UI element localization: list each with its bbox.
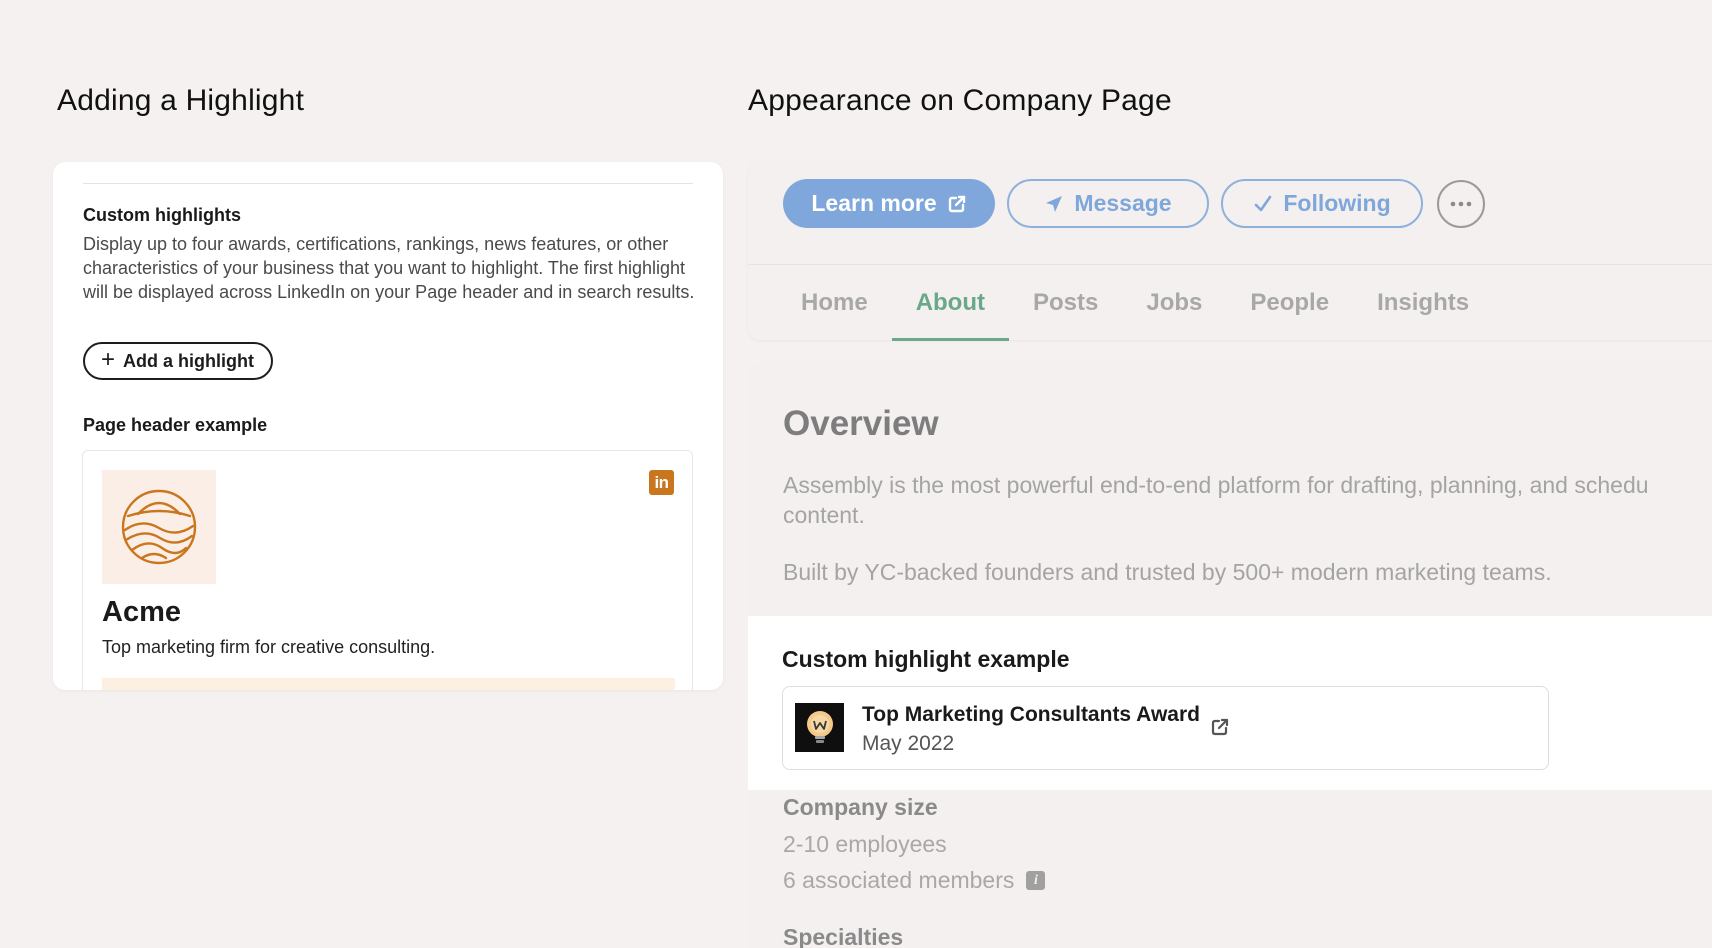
page-header-example-title: Page header example (83, 415, 268, 435)
overview-description: Assembly is the most powerful end-to-end… (783, 470, 1712, 530)
overview-line-1: Assembly is the most powerful end-to-end… (783, 472, 1649, 498)
company-size-title: Company size (783, 794, 938, 820)
sun-waves-logo-icon (121, 489, 197, 565)
stage: Adding a Highlight Custom highlights Dis… (0, 0, 1712, 948)
tab-insights[interactable]: Insights (1353, 265, 1493, 341)
overview-line-2: content. (783, 502, 865, 528)
award-card[interactable]: Top Marketing Consultants Award May 2022 (782, 686, 1549, 770)
award-date: May 2022 (862, 732, 955, 755)
custom-highlights-title: Custom highlights (83, 205, 241, 225)
custom-highlight-section: Custom highlight example Top Marketing C… (748, 616, 1712, 790)
tab-home[interactable]: Home (777, 265, 892, 341)
more-options-button[interactable] (1437, 179, 1485, 228)
divider (83, 183, 693, 184)
custom-highlights-description: Display up to four awards, certification… (83, 234, 695, 302)
overview-paragraph-2: Built by YC-backed founders and trusted … (783, 559, 1552, 585)
page-header-example: in Acme Top marketing firm for creative … (82, 450, 693, 690)
company-tabs: Home About Posts Jobs People Insights (748, 264, 1712, 341)
overview-title: Overview (783, 404, 939, 443)
action-buttons: Learn more Message Following (783, 179, 1485, 228)
company-name: Acme (102, 596, 181, 628)
award-title: Top Marketing Consultants Award (862, 703, 1200, 726)
learn-more-button[interactable]: Learn more (783, 179, 995, 228)
add-highlight-label: Add a highlight (123, 350, 254, 371)
message-label: Message (1074, 190, 1172, 216)
lightbulb-icon (806, 710, 833, 743)
company-size-value: 2-10 employees (783, 831, 947, 857)
tab-jobs[interactable]: Jobs (1122, 265, 1226, 341)
associated-members-text: 6 associated members (783, 867, 1015, 893)
plus-icon: + (101, 346, 116, 373)
following-label: Following (1283, 190, 1391, 216)
company-logo (102, 470, 216, 584)
highlight-settings-card: Custom highlights Display up to four awa… (53, 162, 723, 690)
specialties-title: Specialties (783, 924, 904, 948)
right-section-heading: Appearance on Company Page (748, 84, 1172, 117)
learn-more-label: Learn more (811, 190, 937, 216)
award-thumbnail (795, 703, 844, 752)
external-link-icon[interactable] (1209, 716, 1231, 738)
external-link-icon (948, 195, 965, 212)
associated-members: 6 associated members i (783, 867, 1046, 894)
send-icon (1046, 195, 1063, 212)
highlight-banner (102, 678, 675, 690)
company-tagline: Top marketing firm for creative consulti… (102, 637, 436, 657)
message-button[interactable]: Message (1007, 179, 1209, 228)
left-section-heading: Adding a Highlight (57, 84, 305, 117)
following-button[interactable]: Following (1221, 179, 1423, 228)
add-highlight-button[interactable]: + Add a highlight (83, 342, 273, 380)
info-icon[interactable]: i (1026, 871, 1046, 890)
tab-about[interactable]: About (891, 265, 1010, 341)
tab-people[interactable]: People (1226, 265, 1353, 341)
tab-posts[interactable]: Posts (1009, 265, 1122, 341)
checkmark-icon (1255, 195, 1272, 211)
company-page-header: Learn more Message Following Home About … (748, 162, 1712, 341)
ellipsis-icon (1450, 201, 1472, 206)
linkedin-icon: in (649, 470, 674, 495)
custom-highlight-title: Custom highlight example (782, 646, 1070, 672)
